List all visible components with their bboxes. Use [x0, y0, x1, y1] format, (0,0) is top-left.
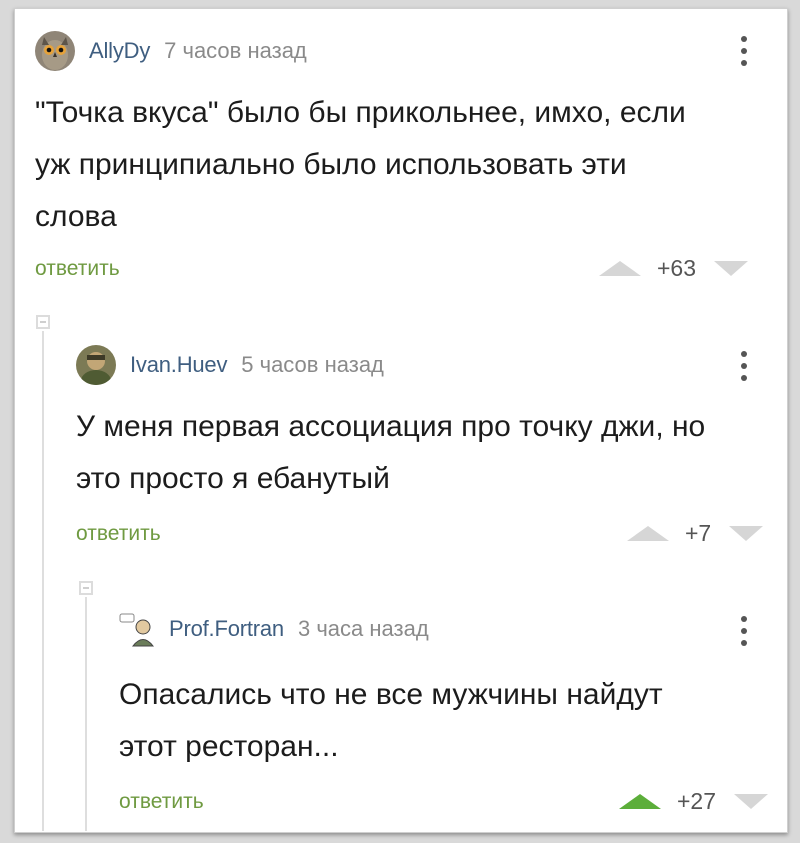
- reply-link[interactable]: ответить: [35, 257, 120, 281]
- downvote-icon[interactable]: [729, 526, 764, 541]
- username[interactable]: AllyDy: [89, 38, 150, 64]
- comment-text-line: Опасались что не все мужчины найдут: [119, 678, 663, 711]
- rating-controls: +63: [599, 255, 749, 282]
- more-options-icon[interactable]: [740, 351, 748, 381]
- comment-text: У меня первая ассоциация про точку джи, …: [76, 401, 705, 505]
- rating-count: +7: [685, 520, 712, 546]
- photo-avatar-icon[interactable]: [76, 345, 116, 385]
- thread-line: [85, 597, 87, 831]
- comment-thread-card: AllyDy 7 часов назад "Точка вкуса" было …: [14, 8, 788, 833]
- upvote-icon[interactable]: [599, 261, 641, 276]
- comment-text-line: это просто я ебанутый: [76, 462, 390, 495]
- comment-header: AllyDy 7 часов назад: [35, 31, 307, 71]
- comment-text-line: У меня первая ассоциация про точку джи, …: [76, 410, 706, 443]
- timestamp: 7 часов назад: [164, 38, 307, 63]
- rating-count: +27: [677, 788, 717, 814]
- cartoon-avatar-icon[interactable]: [119, 611, 155, 647]
- downvote-icon[interactable]: [714, 261, 749, 276]
- timestamp: 5 часов назад: [241, 352, 384, 377]
- rating-controls: +27: [619, 788, 769, 815]
- downvote-icon[interactable]: [734, 794, 769, 809]
- reply-link[interactable]: ответить: [76, 522, 161, 546]
- username[interactable]: Ivan.Huev: [130, 352, 227, 378]
- more-options-icon[interactable]: [740, 36, 748, 66]
- rating-count: +63: [657, 255, 697, 281]
- comment-text: Опасались что не все мужчины найдут этот…: [119, 669, 663, 773]
- owl-avatar-icon[interactable]: [35, 31, 75, 71]
- comment-text-line: этот ресторан...: [119, 730, 339, 763]
- reply-link[interactable]: ответить: [119, 790, 204, 814]
- comment-text-line: уж принципиально было использовать эти: [35, 148, 627, 181]
- upvote-icon[interactable]: [627, 526, 669, 541]
- timestamp: 3 часа назад: [297, 616, 429, 641]
- collapse-thread-icon[interactable]: [36, 315, 50, 329]
- comment-header: Prof.Fortran 3 часа назад: [119, 611, 429, 647]
- comment-text-line: "Точка вкуса" было бы прикольнее, имхо, …: [35, 96, 686, 129]
- upvote-icon[interactable]: [619, 794, 661, 809]
- comment-header: Ivan.Huev 5 часов назад: [76, 345, 384, 385]
- username[interactable]: Prof.Fortran: [169, 616, 284, 642]
- comment-text: "Точка вкуса" было бы прикольнее, имхо, …: [35, 87, 686, 243]
- thread-line: [42, 331, 44, 831]
- rating-controls: +7: [627, 520, 764, 547]
- collapse-thread-icon[interactable]: [79, 581, 93, 595]
- comment-text-line: слова: [35, 200, 117, 233]
- more-options-icon[interactable]: [740, 616, 748, 646]
